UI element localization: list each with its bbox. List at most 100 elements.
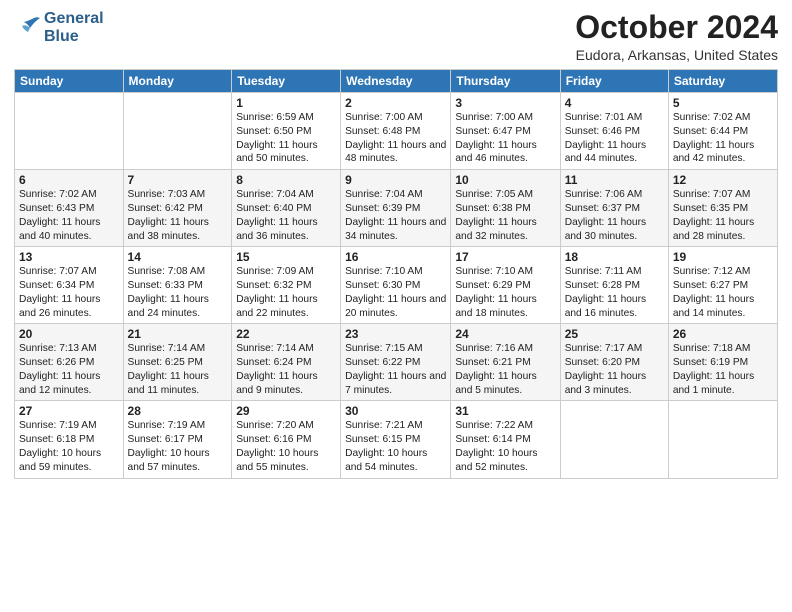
page: General Blue October 2024 Eudora, Arkans… [0, 0, 792, 612]
calendar-cell: 17Sunrise: 7:10 AM Sunset: 6:29 PM Dayli… [451, 247, 560, 324]
day-info: Sunrise: 7:16 AM Sunset: 6:21 PM Dayligh… [455, 342, 555, 397]
calendar-cell: 3Sunrise: 7:00 AM Sunset: 6:47 PM Daylig… [451, 93, 560, 170]
day-number: 18 [565, 250, 664, 264]
calendar-cell: 25Sunrise: 7:17 AM Sunset: 6:20 PM Dayli… [560, 324, 668, 401]
day-info: Sunrise: 7:07 AM Sunset: 6:34 PM Dayligh… [19, 265, 119, 320]
day-info: Sunrise: 7:19 AM Sunset: 6:17 PM Dayligh… [128, 419, 228, 474]
calendar-cell: 9Sunrise: 7:04 AM Sunset: 6:39 PM Daylig… [341, 170, 451, 247]
calendar-header-tuesday: Tuesday [232, 70, 341, 93]
day-info: Sunrise: 7:07 AM Sunset: 6:35 PM Dayligh… [673, 188, 773, 243]
calendar-cell: 6Sunrise: 7:02 AM Sunset: 6:43 PM Daylig… [15, 170, 124, 247]
day-number: 7 [128, 173, 228, 187]
calendar-cell: 13Sunrise: 7:07 AM Sunset: 6:34 PM Dayli… [15, 247, 124, 324]
calendar-cell [560, 401, 668, 478]
calendar-cell: 2Sunrise: 7:00 AM Sunset: 6:48 PM Daylig… [341, 93, 451, 170]
day-number: 1 [236, 96, 336, 110]
calendar-cell: 24Sunrise: 7:16 AM Sunset: 6:21 PM Dayli… [451, 324, 560, 401]
day-number: 8 [236, 173, 336, 187]
calendar-cell: 16Sunrise: 7:10 AM Sunset: 6:30 PM Dayli… [341, 247, 451, 324]
day-info: Sunrise: 7:12 AM Sunset: 6:27 PM Dayligh… [673, 265, 773, 320]
day-number: 20 [19, 327, 119, 341]
day-number: 16 [345, 250, 446, 264]
calendar-cell: 31Sunrise: 7:22 AM Sunset: 6:14 PM Dayli… [451, 401, 560, 478]
calendar-cell: 26Sunrise: 7:18 AM Sunset: 6:19 PM Dayli… [668, 324, 777, 401]
calendar-cell: 27Sunrise: 7:19 AM Sunset: 6:18 PM Dayli… [15, 401, 124, 478]
calendar-cell: 18Sunrise: 7:11 AM Sunset: 6:28 PM Dayli… [560, 247, 668, 324]
logo-text: General Blue [44, 10, 104, 45]
day-info: Sunrise: 7:09 AM Sunset: 6:32 PM Dayligh… [236, 265, 336, 320]
calendar-cell: 1Sunrise: 6:59 AM Sunset: 6:50 PM Daylig… [232, 93, 341, 170]
calendar-cell: 19Sunrise: 7:12 AM Sunset: 6:27 PM Dayli… [668, 247, 777, 324]
day-number: 30 [345, 404, 446, 418]
calendar-header-monday: Monday [123, 70, 232, 93]
day-info: Sunrise: 7:03 AM Sunset: 6:42 PM Dayligh… [128, 188, 228, 243]
calendar-header-saturday: Saturday [668, 70, 777, 93]
logo-blue: Blue [44, 28, 104, 46]
day-info: Sunrise: 7:10 AM Sunset: 6:29 PM Dayligh… [455, 265, 555, 320]
calendar-cell: 8Sunrise: 7:04 AM Sunset: 6:40 PM Daylig… [232, 170, 341, 247]
calendar-cell [15, 93, 124, 170]
day-info: Sunrise: 7:01 AM Sunset: 6:46 PM Dayligh… [565, 111, 664, 166]
day-info: Sunrise: 7:14 AM Sunset: 6:24 PM Dayligh… [236, 342, 336, 397]
calendar-cell: 21Sunrise: 7:14 AM Sunset: 6:25 PM Dayli… [123, 324, 232, 401]
day-info: Sunrise: 7:00 AM Sunset: 6:48 PM Dayligh… [345, 111, 446, 166]
day-info: Sunrise: 7:02 AM Sunset: 6:43 PM Dayligh… [19, 188, 119, 243]
day-number: 14 [128, 250, 228, 264]
calendar-header-row: SundayMondayTuesdayWednesdayThursdayFrid… [15, 70, 778, 93]
calendar-cell: 28Sunrise: 7:19 AM Sunset: 6:17 PM Dayli… [123, 401, 232, 478]
calendar-cell: 14Sunrise: 7:08 AM Sunset: 6:33 PM Dayli… [123, 247, 232, 324]
day-number: 29 [236, 404, 336, 418]
day-number: 23 [345, 327, 446, 341]
day-info: Sunrise: 7:11 AM Sunset: 6:28 PM Dayligh… [565, 265, 664, 320]
logo: General Blue [14, 10, 104, 45]
location: Eudora, Arkansas, United States [575, 47, 778, 63]
day-number: 22 [236, 327, 336, 341]
calendar-cell: 30Sunrise: 7:21 AM Sunset: 6:15 PM Dayli… [341, 401, 451, 478]
calendar-week-5: 27Sunrise: 7:19 AM Sunset: 6:18 PM Dayli… [15, 401, 778, 478]
day-info: Sunrise: 7:19 AM Sunset: 6:18 PM Dayligh… [19, 419, 119, 474]
logo-icon [14, 14, 42, 42]
day-info: Sunrise: 7:15 AM Sunset: 6:22 PM Dayligh… [345, 342, 446, 397]
day-info: Sunrise: 7:08 AM Sunset: 6:33 PM Dayligh… [128, 265, 228, 320]
day-number: 10 [455, 173, 555, 187]
day-number: 15 [236, 250, 336, 264]
day-number: 11 [565, 173, 664, 187]
day-number: 31 [455, 404, 555, 418]
calendar-cell: 7Sunrise: 7:03 AM Sunset: 6:42 PM Daylig… [123, 170, 232, 247]
calendar-header-thursday: Thursday [451, 70, 560, 93]
day-number: 27 [19, 404, 119, 418]
calendar-cell: 10Sunrise: 7:05 AM Sunset: 6:38 PM Dayli… [451, 170, 560, 247]
calendar-week-1: 1Sunrise: 6:59 AM Sunset: 6:50 PM Daylig… [15, 93, 778, 170]
day-number: 12 [673, 173, 773, 187]
day-number: 3 [455, 96, 555, 110]
calendar-cell: 15Sunrise: 7:09 AM Sunset: 6:32 PM Dayli… [232, 247, 341, 324]
calendar-header-friday: Friday [560, 70, 668, 93]
day-info: Sunrise: 7:04 AM Sunset: 6:40 PM Dayligh… [236, 188, 336, 243]
day-info: Sunrise: 6:59 AM Sunset: 6:50 PM Dayligh… [236, 111, 336, 166]
calendar-cell: 4Sunrise: 7:01 AM Sunset: 6:46 PM Daylig… [560, 93, 668, 170]
day-number: 21 [128, 327, 228, 341]
day-info: Sunrise: 7:00 AM Sunset: 6:47 PM Dayligh… [455, 111, 555, 166]
calendar-cell: 11Sunrise: 7:06 AM Sunset: 6:37 PM Dayli… [560, 170, 668, 247]
day-info: Sunrise: 7:04 AM Sunset: 6:39 PM Dayligh… [345, 188, 446, 243]
day-info: Sunrise: 7:17 AM Sunset: 6:20 PM Dayligh… [565, 342, 664, 397]
calendar-cell: 20Sunrise: 7:13 AM Sunset: 6:26 PM Dayli… [15, 324, 124, 401]
calendar-cell: 12Sunrise: 7:07 AM Sunset: 6:35 PM Dayli… [668, 170, 777, 247]
title-block: October 2024 Eudora, Arkansas, United St… [575, 10, 778, 63]
calendar-week-2: 6Sunrise: 7:02 AM Sunset: 6:43 PM Daylig… [15, 170, 778, 247]
day-info: Sunrise: 7:18 AM Sunset: 6:19 PM Dayligh… [673, 342, 773, 397]
day-info: Sunrise: 7:21 AM Sunset: 6:15 PM Dayligh… [345, 419, 446, 474]
day-info: Sunrise: 7:02 AM Sunset: 6:44 PM Dayligh… [673, 111, 773, 166]
day-info: Sunrise: 7:22 AM Sunset: 6:14 PM Dayligh… [455, 419, 555, 474]
calendar-cell: 22Sunrise: 7:14 AM Sunset: 6:24 PM Dayli… [232, 324, 341, 401]
calendar-week-4: 20Sunrise: 7:13 AM Sunset: 6:26 PM Dayli… [15, 324, 778, 401]
day-number: 17 [455, 250, 555, 264]
header: General Blue October 2024 Eudora, Arkans… [14, 10, 778, 63]
day-number: 25 [565, 327, 664, 341]
calendar-cell: 23Sunrise: 7:15 AM Sunset: 6:22 PM Dayli… [341, 324, 451, 401]
day-number: 26 [673, 327, 773, 341]
day-number: 4 [565, 96, 664, 110]
day-number: 13 [19, 250, 119, 264]
day-info: Sunrise: 7:05 AM Sunset: 6:38 PM Dayligh… [455, 188, 555, 243]
day-number: 19 [673, 250, 773, 264]
